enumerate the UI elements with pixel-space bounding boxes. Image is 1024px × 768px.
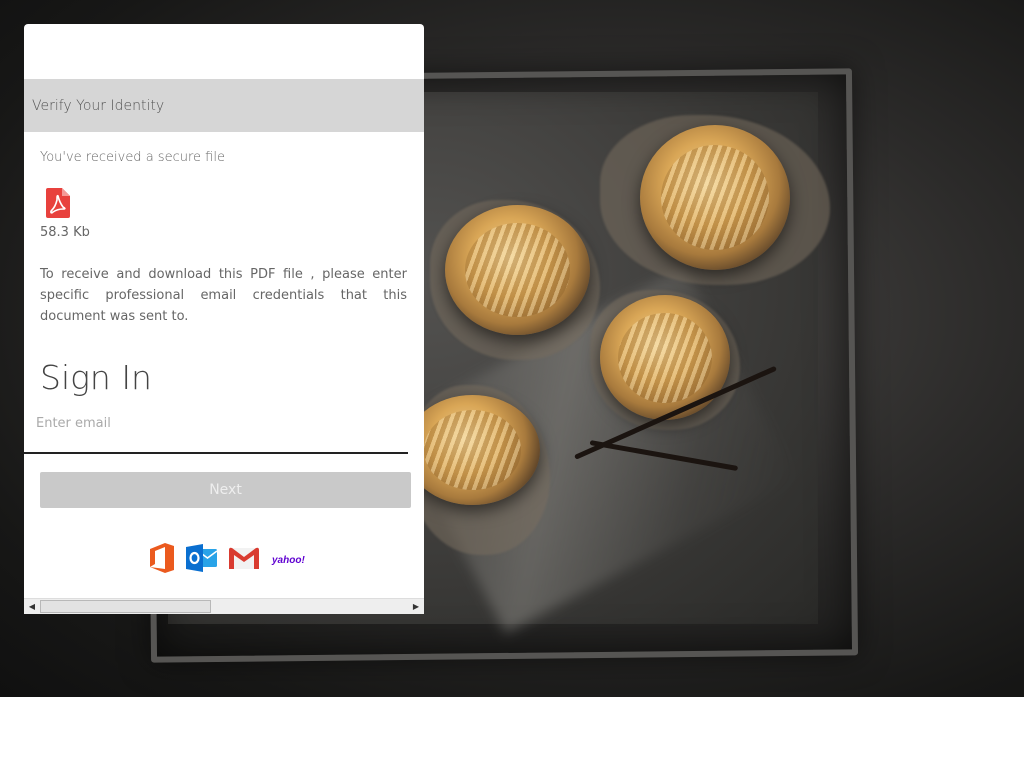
file-size: 58.3 Kb (40, 225, 90, 240)
signin-title: Sign In (40, 358, 152, 397)
email-provider-icons: yahoo! (148, 543, 305, 577)
yahoo-icon[interactable]: yahoo! (272, 555, 305, 566)
horizontal-scrollbar[interactable]: ◀ ▶ (24, 598, 424, 614)
scrollbar-thumb[interactable] (40, 600, 211, 613)
scroll-left-arrow-icon[interactable]: ◀ (24, 599, 40, 614)
next-button[interactable]: Next (40, 472, 411, 508)
verify-identity-bar: Verify Your Identity (24, 79, 424, 132)
pdf-file-icon[interactable] (46, 188, 70, 218)
received-file-text: You've received a secure file (40, 150, 225, 165)
verify-title: Verify Your Identity (32, 97, 165, 114)
outlook-icon[interactable] (186, 544, 218, 576)
signin-card: Verify Your Identity You've received a s… (24, 24, 424, 614)
office-icon[interactable] (148, 543, 176, 577)
gmail-icon[interactable] (228, 546, 260, 574)
email-input[interactable] (24, 408, 408, 454)
instructions-text: To receive and download this PDF file , … (40, 267, 407, 324)
scroll-right-arrow-icon[interactable]: ▶ (408, 599, 424, 614)
card-header-blank (24, 24, 424, 79)
